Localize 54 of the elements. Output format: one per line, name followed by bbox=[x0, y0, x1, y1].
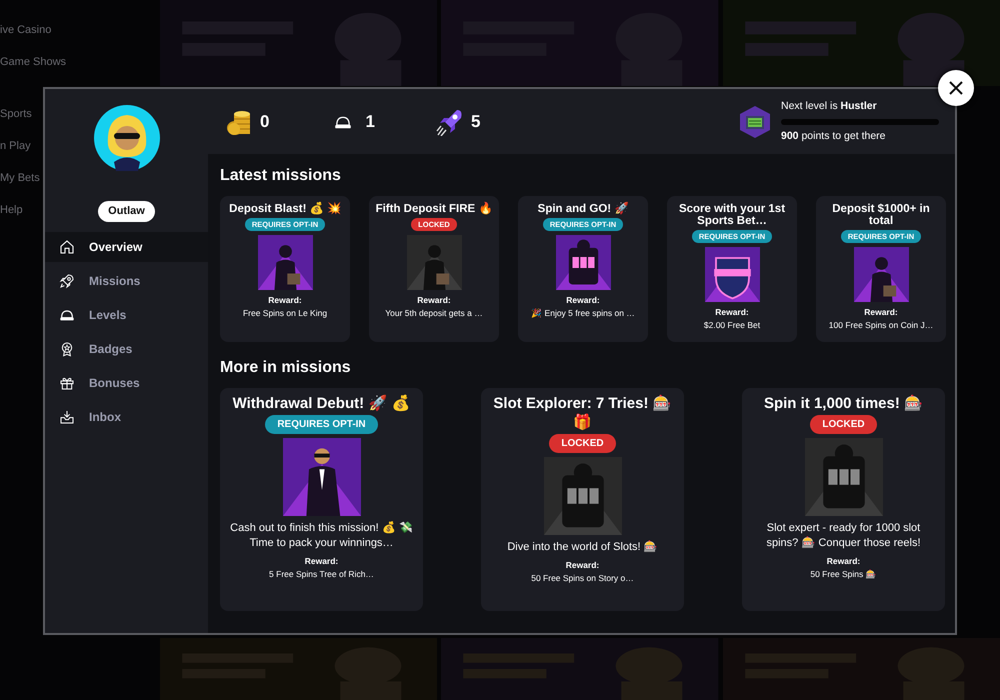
rocket-icon bbox=[59, 272, 75, 288]
reward-label: Reward: bbox=[826, 555, 860, 568]
card-title: Deposit Blast! 💰 💥 bbox=[229, 203, 341, 215]
menu-item[interactable]: Game Shows bbox=[0, 54, 160, 86]
status-badge: LOCKED bbox=[549, 434, 616, 453]
card-description: Dive into the world of Slots! 🎰 bbox=[507, 540, 658, 555]
card-title: Score with your 1st Sports Bet… bbox=[678, 203, 786, 227]
stat-value: 0 bbox=[260, 110, 270, 133]
section-title: Latest missions bbox=[220, 166, 342, 186]
reward-label: Reward: bbox=[566, 294, 600, 307]
status-badge: LOCKED bbox=[810, 415, 877, 434]
section-title: More in missions bbox=[220, 358, 352, 378]
reward-label: Reward: bbox=[864, 306, 898, 319]
nav-item[interactable]: Badges bbox=[45, 334, 208, 364]
card-title: Slot Explorer: 7 Tries! 🎰 🎁 bbox=[492, 394, 673, 432]
reward-text: 50 Free Spins on Story o… bbox=[531, 572, 634, 584]
level-text: Next level is Hustler bbox=[781, 98, 878, 114]
avatar-icon bbox=[94, 105, 160, 171]
nav-item[interactable]: Overview bbox=[45, 232, 208, 262]
card-title: Withdrawal Debut! 🚀 💰 bbox=[232, 394, 410, 413]
card-title: Deposit $1000+ in total bbox=[831, 203, 931, 227]
nav-item[interactable]: Inbox bbox=[45, 402, 208, 432]
close-icon bbox=[948, 80, 964, 96]
card-title: Spin and GO! 🚀 bbox=[538, 203, 628, 215]
level-badge-icon bbox=[737, 104, 773, 140]
reward-text: Free Spins on Le King bbox=[242, 307, 328, 320]
reward-text: 5 Free Spins Tree of Rich… bbox=[269, 568, 374, 580]
reward-text: 50 Free Spins 🎰 bbox=[810, 568, 877, 580]
reward-text: 100 Free Spins on Coin J… bbox=[828, 319, 934, 332]
reward-label: Reward: bbox=[268, 294, 302, 307]
reward-text: Your 5th deposit gets a … bbox=[385, 307, 483, 320]
reward-label: Reward: bbox=[304, 555, 338, 568]
stat-value: 5 bbox=[470, 110, 480, 133]
reward-text: $2.00 Free Bet bbox=[704, 319, 760, 332]
card-title: Fifth Deposit FIRE 🔥 bbox=[376, 203, 492, 215]
badge-icon bbox=[59, 340, 75, 356]
rank-label: Outlaw bbox=[98, 201, 155, 222]
home-icon bbox=[59, 238, 75, 254]
nav-item[interactable]: Bonuses bbox=[45, 368, 208, 398]
reward-label: Reward: bbox=[417, 294, 451, 307]
nav-item[interactable]: Missions bbox=[45, 266, 208, 296]
card-title: Spin it 1,000 times! 🎰 bbox=[764, 394, 924, 413]
card-description: Slot expert - ready for 1000 slot spins? 🎰 Conquer those reels! bbox=[765, 521, 922, 551]
reward-label: Reward: bbox=[715, 306, 749, 319]
menu-item[interactable]: ive Casino bbox=[0, 22, 160, 54]
inbox-icon bbox=[59, 408, 75, 424]
points-text: 900 points to get there bbox=[781, 128, 887, 144]
stat-value: 1 bbox=[365, 110, 375, 133]
reward-label: Reward: bbox=[566, 559, 600, 572]
reward-text: 🎉 Enjoy 5 free spins on … bbox=[531, 307, 635, 320]
nav-item[interactable]: Levels bbox=[45, 300, 208, 330]
status-badge: REQUIRES OPT-IN bbox=[265, 415, 378, 434]
rocket-icon bbox=[434, 108, 463, 136]
card-description: Cash out to finish this mission! 💰 💸 Time to pack your winnings… bbox=[229, 521, 414, 551]
